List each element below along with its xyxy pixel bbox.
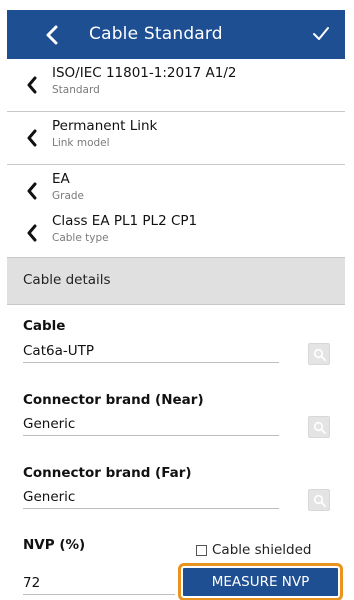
chevron-left-icon [27,129,37,147]
check-icon[interactable] [311,24,331,44]
chevron-left-icon[interactable] [43,24,63,46]
chevron-left-icon [27,224,37,242]
cable-shielded-label: Cable shielded [212,542,312,558]
grade-value: EA [52,171,70,187]
nvp-label: NVP (%) [23,537,86,553]
search-icon [313,494,326,507]
section-title: Cable details [23,272,111,288]
page-title: Cable Standard [89,24,223,44]
cable-label: Cable [23,318,66,334]
cable-search-button[interactable] [308,343,330,365]
connector-near-search-button[interactable] [308,416,330,438]
standard-caption: Standard [52,84,100,96]
measure-nvp-button[interactable]: MEASURE NVP [178,563,343,600]
link-model-value: Permanent Link [52,118,158,134]
grade-caption: Grade [52,190,85,202]
cable-type-selector[interactable]: Class EA PL1 PL2 CP1 Cable type [7,207,345,258]
connector-far-search-button[interactable] [308,489,330,511]
standard-selector[interactable]: ISO/IEC 11801-1:2017 A1/2 Standard [7,59,345,112]
cable-field[interactable]: Cat6a-UTP [23,341,279,363]
app-header: Cable Standard [7,10,345,59]
cable-type-value: Class EA PL1 PL2 CP1 [52,213,198,229]
cable-type-caption: Cable type [52,232,109,244]
chevron-left-icon [27,76,37,94]
search-icon [313,421,326,434]
link-model-selector[interactable]: Permanent Link Link model [7,112,345,165]
section-header: Cable details [7,258,345,305]
search-icon [313,348,326,361]
cable-shielded-checkbox[interactable] [196,545,207,556]
connector-far-field[interactable]: Generic [23,487,279,509]
link-model-caption: Link model [52,137,110,149]
chevron-left-icon [27,182,37,200]
connector-far-label: Connector brand (Far) [23,465,192,481]
connector-near-label: Connector brand (Near) [23,392,204,408]
nvp-field[interactable]: 72 [23,573,175,595]
standard-value: ISO/IEC 11801-1:2017 A1/2 [52,65,237,81]
connector-near-field[interactable]: Generic [23,414,279,436]
